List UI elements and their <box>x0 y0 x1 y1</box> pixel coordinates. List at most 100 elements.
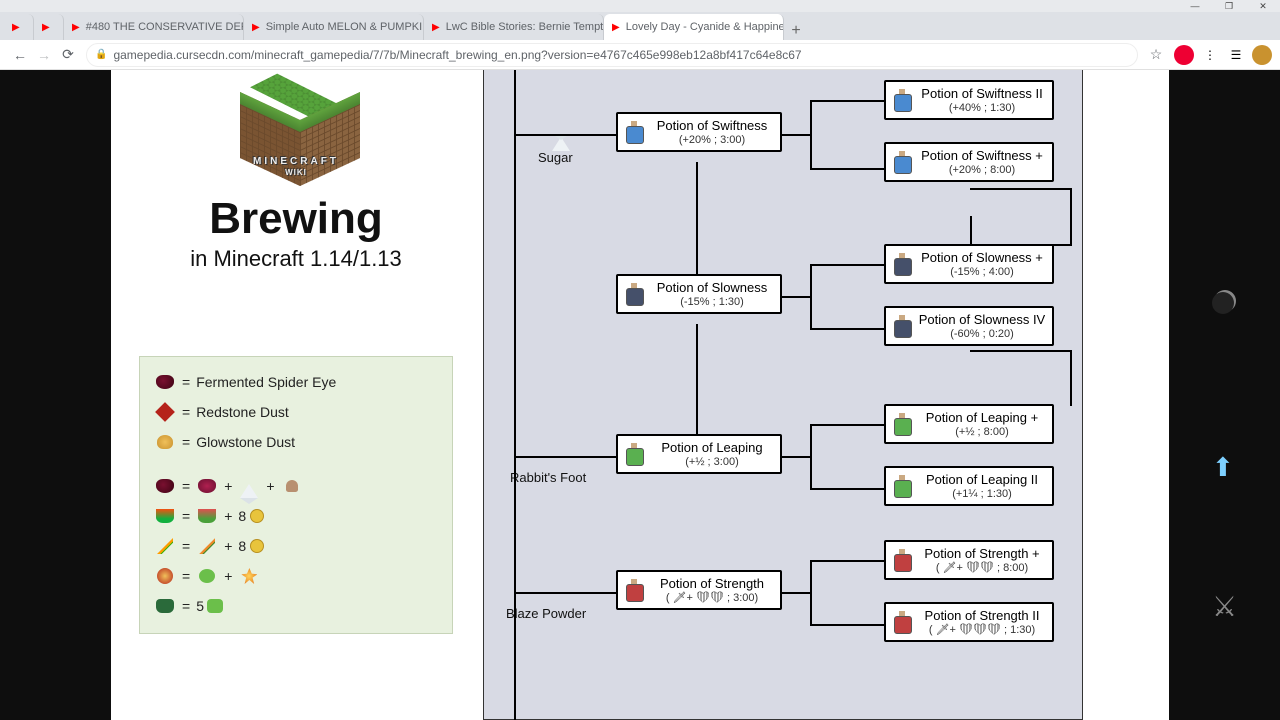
potion-icon <box>624 283 644 305</box>
flow-line <box>810 100 884 102</box>
flow-line <box>696 162 698 274</box>
address-bar[interactable]: 🔒 gamepedia.cursecdn.com/minecraft_gamep… <box>86 43 1138 67</box>
potion-node-swiftness-ii: Potion of Swiftness II(+40% ; 1:30) <box>884 80 1054 120</box>
flow-line <box>810 624 884 626</box>
url-text: gamepedia.cursecdn.com/minecraft_gameped… <box>113 48 801 62</box>
legend-row: =Fermented Spider Eye <box>154 367 438 397</box>
extension-icon[interactable] <box>1174 45 1194 65</box>
extension-icon[interactable]: ☰ <box>1226 45 1246 65</box>
tab-title: LwC Bible Stories: Bernie Tempts… <box>446 21 604 33</box>
flow-line <box>514 592 616 594</box>
reload-button[interactable]: ⟳ <box>56 43 80 67</box>
potion-node-strength-plus: Potion of Strength +( 🗡+ ❤❤ ; 8:00) <box>884 540 1054 580</box>
window-close-button[interactable]: ✕ <box>1246 0 1280 12</box>
flow-line <box>810 424 812 490</box>
recipe-row: =5 <box>154 591 438 621</box>
tab[interactable]: ▶Simple Auto MELON & PUMPKI…× <box>244 14 424 40</box>
chart-header: MINECRAFTWIKI Brewing in Minecraft 1.14/… <box>111 70 481 634</box>
legend-row: =Glowstone Dust <box>154 427 438 457</box>
ingredient-label: Rabbit's Foot <box>510 470 586 485</box>
flow-line <box>810 264 884 266</box>
tab-title: #480 THE CONSERVATIVE DEPL… <box>86 21 244 33</box>
potion-node-strength: Potion of Strength ( 🗡+ ❤❤ ; 3:00) <box>616 570 782 610</box>
flow-line <box>970 188 1070 190</box>
potion-icon <box>892 315 912 337</box>
window-maximize-button[interactable]: ❐ <box>1212 0 1246 12</box>
fermented-spider-eye-icon <box>154 371 176 393</box>
potion-node-leaping-ii: Potion of Leaping II(+1¼ ; 1:30) <box>884 466 1054 506</box>
recipe-row: =+ <box>154 561 438 591</box>
redstone-icon <box>154 401 176 423</box>
tab-strip: ▶ ▶ ▶#480 THE CONSERVATIVE DEPL…× ▶Simpl… <box>0 12 1280 40</box>
potion-icon <box>624 121 644 143</box>
potion-icon <box>892 413 912 435</box>
new-tab-button[interactable]: + <box>784 22 808 40</box>
flow-line <box>514 134 616 136</box>
potion-node-slowness-plus: Potion of Slowness +(-15% ; 4:00) <box>884 244 1054 284</box>
recipe-row: =++ <box>154 471 438 501</box>
potion-node-swiftness-plus: Potion of Swiftness +(+20% ; 8:00) <box>884 142 1054 182</box>
flow-line <box>970 350 1070 352</box>
flow-line <box>810 560 884 562</box>
toolbar: ← → ⟳ 🔒 gamepedia.cursecdn.com/minecraft… <box>0 40 1280 70</box>
bomb-icon <box>1212 292 1240 320</box>
potion-icon <box>892 89 912 111</box>
flow-line <box>782 134 810 136</box>
youtube-icon: ▶ <box>612 20 620 34</box>
potion-node-swiftness: Potion of Swiftness (+20% ; 3:00) <box>616 112 782 152</box>
turtle-shell-icon <box>154 595 176 617</box>
spider-eye-icon <box>196 475 218 497</box>
window-minimize-button[interactable]: — <box>1178 0 1212 12</box>
sword-icon: ⚔ <box>1212 590 1240 618</box>
brewing-chart-image: MINECRAFTWIKI Brewing in Minecraft 1.14/… <box>111 70 1169 720</box>
pinned-tab[interactable]: ▶ <box>4 14 34 40</box>
youtube-icon: ▶ <box>42 20 50 34</box>
flow-line <box>810 560 812 626</box>
glistering-melon-icon <box>154 505 176 527</box>
window-titlebar: — ❐ ✕ <box>0 0 1280 12</box>
image-viewer: MINECRAFTWIKI Brewing in Minecraft 1.14/… <box>0 70 1280 720</box>
page-subtitle: in Minecraft 1.14/1.13 <box>111 246 481 272</box>
potion-node-slowness: Potion of Slowness (-15% ; 1:30) <box>616 274 782 314</box>
forward-button[interactable]: → <box>32 43 56 67</box>
brewing-flowchart: Sugar Rabbit's Foot Blaze Powder Potion … <box>483 70 1083 720</box>
ingredient-label: Sugar <box>538 150 573 165</box>
golden-carrot-icon <box>154 535 176 557</box>
fermented-spider-eye-icon <box>154 475 176 497</box>
up-arrow-icon: ⬆ <box>1212 452 1240 480</box>
flow-line <box>782 296 810 298</box>
potion-node-leaping-plus: Potion of Leaping +(+½ ; 8:00) <box>884 404 1054 444</box>
potion-icon <box>892 475 912 497</box>
flow-line <box>1070 350 1072 406</box>
tab-active[interactable]: ▶Lovely Day - Cyanide & Happine…× <box>604 14 784 40</box>
tab[interactable]: ▶#480 THE CONSERVATIVE DEPL…× <box>64 14 244 40</box>
bookmark-button[interactable]: ☆ <box>1144 43 1168 67</box>
youtube-icon: ▶ <box>12 20 20 34</box>
profile-avatar[interactable] <box>1252 45 1272 65</box>
tab-title: Simple Auto MELON & PUMPKI… <box>266 21 424 33</box>
page-title: Brewing <box>111 194 481 244</box>
minecraft-wiki-logo: MINECRAFTWIKI <box>226 78 366 188</box>
legend-row: =Redstone Dust <box>154 397 438 427</box>
flow-line <box>970 244 1070 246</box>
flow-line <box>810 100 812 170</box>
recipe-row: =+8 <box>154 501 438 531</box>
potion-icon <box>624 579 644 601</box>
flow-line <box>1070 188 1072 246</box>
magma-cream-icon <box>154 565 176 587</box>
ingredient-label: Blaze Powder <box>506 606 586 621</box>
potion-node-leaping: Potion of Leaping (+½ ; 3:00) <box>616 434 782 474</box>
melon-icon <box>196 505 218 527</box>
flow-line <box>810 168 884 170</box>
youtube-icon: ▶ <box>72 20 80 34</box>
potion-node-slowness-iv: Potion of Slowness IV(-60% ; 0:20) <box>884 306 1054 346</box>
flow-line <box>810 264 812 330</box>
potion-icon <box>892 549 912 571</box>
back-button[interactable]: ← <box>8 43 32 67</box>
extension-icon[interactable]: ⋮ <box>1200 45 1220 65</box>
pinned-tab[interactable]: ▶ <box>34 14 64 40</box>
potion-icon <box>892 611 912 633</box>
flow-line <box>970 216 972 244</box>
potion-icon <box>624 443 644 465</box>
tab[interactable]: ▶LwC Bible Stories: Bernie Tempts…× <box>424 14 604 40</box>
